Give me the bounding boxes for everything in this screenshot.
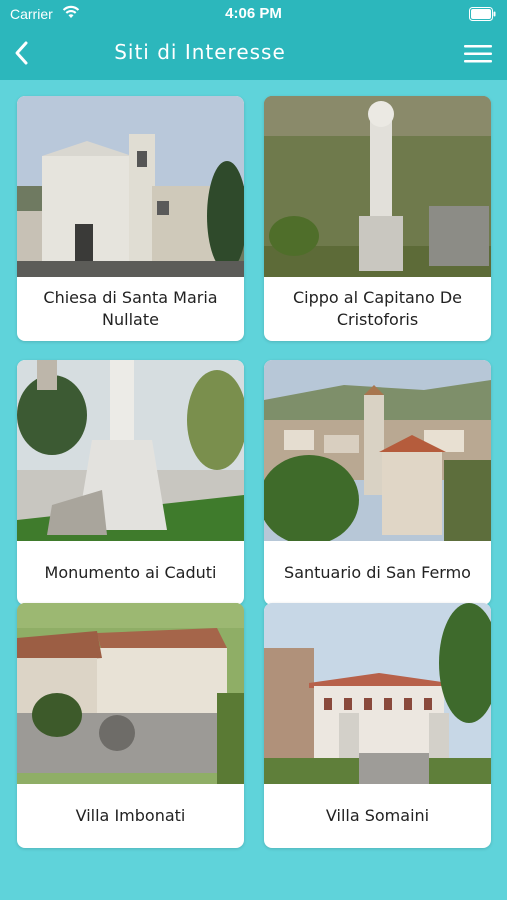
site-photo [264,96,491,277]
site-photo [17,360,244,541]
status-bar: Carrier 4:06 PM [0,0,507,28]
site-label: Santuario di San Fermo [284,563,471,582]
site-photo [17,603,244,784]
site-card-villa-somaini[interactable]: Villa Somaini [264,603,491,848]
site-card-cippo[interactable]: Cippo al Capitano De Cristoforis [264,96,491,341]
site-label: Chiesa di Santa Maria Nullate [43,288,218,329]
site-card-monumento[interactable]: Monumento ai Caduti [17,360,244,605]
site-photo [17,96,244,277]
hamburger-menu-icon[interactable] [463,42,493,66]
site-label: Villa Imbonati [75,806,186,825]
site-label: Cippo al Capitano De Cristoforis [293,288,462,329]
page-title: Siti di Interesse [114,40,286,64]
battery-icon [469,7,497,26]
site-photo [264,603,491,784]
site-card-villa-imbonati[interactable]: Villa Imbonati [17,603,244,848]
site-label: Villa Somaini [325,806,430,825]
site-photo [264,360,491,541]
site-label: Monumento ai Caduti [44,563,217,582]
site-card-chiesa[interactable]: Chiesa di Santa Maria Nullate [17,96,244,341]
nav-bar: Siti di Interesse [0,28,507,80]
status-time: 4:06 PM [225,5,282,22]
site-card-santuario[interactable]: Santuario di San Fermo [264,360,491,605]
